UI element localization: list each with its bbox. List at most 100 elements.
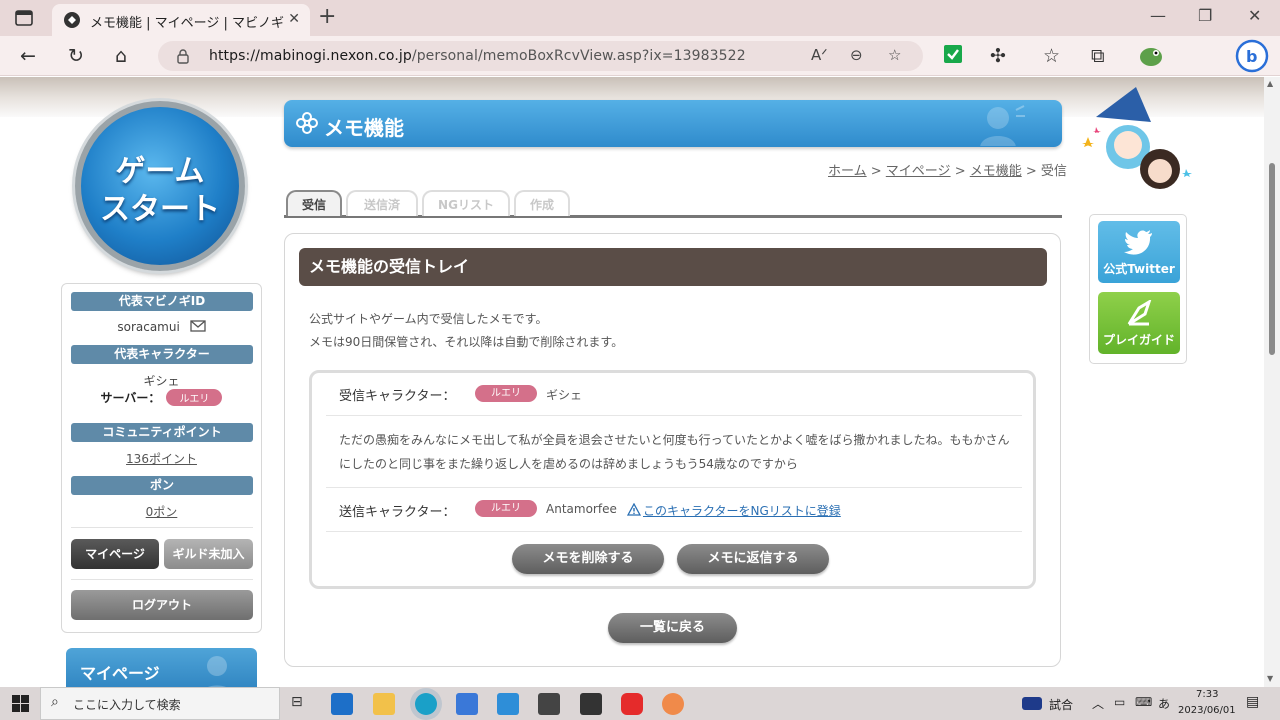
profile-box: 代表マビノギID soracamui 代表キャラクター ギシェ サーバー： ルエリ… — [61, 283, 262, 633]
server-row: サーバー： ルエリ — [62, 389, 261, 406]
divider — [326, 531, 1022, 532]
notification-icon[interactable]: ▤ — [1246, 694, 1259, 710]
page-scrollbar[interactable]: ▲ ▼ — [1264, 77, 1280, 687]
warning-icon — [627, 503, 641, 516]
restore-icon[interactable]: ❐ — [1198, 6, 1212, 25]
twitter-label: 公式Twitter — [1103, 262, 1175, 276]
intro-line-1: 公式サイトやゲーム内で受信したメモです。 — [309, 312, 548, 326]
mail-app-icon[interactable] — [331, 693, 353, 715]
youtube-app-icon[interactable] — [621, 693, 643, 715]
mypage-button[interactable]: マイページ — [71, 539, 159, 569]
tab-sent[interactable]: 送信済 — [346, 190, 418, 216]
breadcrumb-memo[interactable]: メモ機能 — [970, 164, 1022, 179]
tab-inbox[interactable]: 受信 — [286, 190, 342, 216]
back-icon[interactable]: ← — [20, 45, 36, 67]
rep-id: soracamui — [117, 320, 180, 334]
receiver-server-badge: ルエリ — [475, 385, 537, 402]
memo-feature-icon — [296, 112, 318, 134]
side-links-panel: 公式Twitter プレイガイド — [1089, 214, 1187, 364]
tab-title: メモ機能 | マイページ | マビノギ — [90, 16, 285, 31]
url-field[interactable]: https://mabinogi.nexon.co.jp/personal/me… — [158, 41, 923, 71]
svg-text:b: b — [1246, 47, 1257, 66]
scroll-up-icon[interactable]: ▲ — [1267, 79, 1273, 88]
pon-link[interactable]: 0ポン — [146, 505, 178, 519]
server-label: サーバー： — [100, 391, 161, 405]
tab-actions-icon[interactable] — [14, 8, 34, 28]
widget-text[interactable]: 試合 — [1049, 696, 1073, 713]
mlb-widget-icon[interactable] — [1022, 697, 1042, 710]
file-explorer-icon[interactable] — [373, 693, 395, 715]
battery-icon[interactable]: ▭ — [1114, 695, 1125, 709]
add-to-ng-list-link[interactable]: このキャラクターをNGリストに登録 — [643, 502, 841, 519]
clock-date[interactable]: 2023/06/01 — [1178, 705, 1236, 716]
inbox-intro: 公式サイトやゲーム内で受信したメモです。 メモは90日間保管され、それ以降は自動… — [309, 308, 623, 354]
memo-text: ただの愚痴をみんなにメモ出して私が全員を退会させたいと何度も行っていたとかよく嘘… — [339, 433, 1010, 471]
pon-heading: ポン — [71, 476, 253, 495]
tray-chevron-icon[interactable]: ︿ — [1092, 695, 1104, 712]
store-app-icon[interactable] — [456, 693, 478, 715]
receiver-name: ギシェ — [546, 388, 583, 402]
delete-memo-button[interactable]: メモを削除する — [512, 544, 664, 574]
community-points-link[interactable]: 136ポイント — [126, 452, 197, 466]
tab-compose[interactable]: 作成 — [514, 190, 570, 216]
mypage-panel-header[interactable]: マイページ — [66, 648, 257, 687]
tab-ng-list[interactable]: NGリスト — [422, 190, 510, 216]
page-title-bar: メモ機能 — [284, 100, 1062, 147]
extensions-icon[interactable]: ✣ — [990, 45, 1006, 67]
keyboard-icon[interactable]: ⌨ — [1135, 695, 1152, 709]
mypage-panel-title: マイページ — [80, 664, 160, 683]
sender-label: 送信キャラクター： — [339, 505, 456, 520]
intro-line-2: メモは90日間保管され、それ以降は自動で削除されます。 — [309, 335, 624, 349]
window-close-icon[interactable]: ✕ — [1248, 6, 1261, 25]
rep-char: ギシェ — [143, 374, 180, 388]
browser-tab-bar: メモ機能 | マイページ | マビノギ ✕ + — ❐ ✕ — [0, 0, 1280, 36]
breadcrumb-home[interactable]: ホーム — [828, 164, 867, 179]
scroll-down-icon[interactable]: ▼ — [1267, 674, 1273, 683]
breadcrumb-current: 受信 — [1040, 164, 1067, 179]
sender-name: Antamorfee — [546, 502, 617, 516]
divider — [71, 527, 253, 528]
task-view-icon[interactable]: ⊟ — [291, 694, 303, 710]
breadcrumb-mypage[interactable]: マイページ — [886, 164, 951, 179]
play-guide-button[interactable]: プレイガイド — [1098, 292, 1180, 354]
edge-app-icon[interactable] — [415, 693, 437, 715]
add-favorite-icon[interactable]: ☆ — [888, 46, 901, 64]
mail-icon[interactable] — [189, 320, 206, 332]
url-text: https://mabinogi.nexon.co.jp/personal/me… — [209, 48, 746, 64]
new-tab-icon[interactable]: + — [318, 4, 336, 29]
logout-button[interactable]: ログアウト — [71, 590, 253, 620]
browser-app-icon[interactable] — [662, 693, 684, 715]
scroll-thumb[interactable] — [1269, 163, 1275, 355]
twitter-button[interactable]: 公式Twitter — [1098, 221, 1180, 283]
profile-avatar-icon[interactable] — [1138, 41, 1166, 69]
home-icon[interactable]: ⌂ — [115, 45, 127, 67]
windows-start-icon[interactable] — [12, 695, 29, 712]
web-page: ゲーム スタート 代表マビノギID soracamui 代表キャラクター ギシェ… — [0, 77, 1264, 687]
game-start-line1: ゲーム — [115, 154, 205, 189]
refresh-icon[interactable]: ↻ — [68, 45, 84, 67]
favorites-icon[interactable]: ☆ — [1043, 45, 1060, 67]
collections-icon[interactable]: ⧉ — [1091, 45, 1105, 67]
bing-copilot-icon[interactable]: b — [1235, 39, 1269, 73]
reply-memo-button[interactable]: メモに返信する — [677, 544, 829, 574]
inbox-heading: メモ機能の受信トレイ — [299, 248, 1047, 286]
taskbar-search[interactable]: ⌕ ここに入力して検索 — [40, 687, 280, 720]
memo-detail: 受信キャラクター： ルエリ ギシェ ただの愚痴をみんなにメモ出して私が全員を退会… — [309, 370, 1036, 589]
back-to-list-button[interactable]: 一覧に戻る — [608, 613, 737, 643]
ime-indicator[interactable]: あ — [1158, 695, 1170, 712]
game-start-button[interactable]: ゲーム スタート — [75, 101, 245, 271]
zoom-icon[interactable]: ⊖ — [850, 46, 863, 64]
tab-close-icon[interactable]: ✕ — [288, 11, 300, 27]
browser-tab-active[interactable]: メモ機能 | マイページ | マビノギ ✕ — [52, 4, 310, 36]
extension-check-icon[interactable] — [943, 44, 963, 64]
read-aloud-icon[interactable]: Aᐟ — [811, 46, 828, 64]
mabinogi-app-icon[interactable] — [538, 693, 560, 715]
minimize-icon[interactable]: — — [1150, 6, 1166, 25]
server-badge: ルエリ — [166, 389, 223, 406]
wacom-app-icon[interactable] — [580, 693, 602, 715]
divider — [326, 487, 1022, 488]
guild-button[interactable]: ギルド未加入 — [164, 539, 253, 569]
pinned-app-star-icon[interactable] — [497, 693, 519, 715]
rep-id-heading: 代表マビノギID — [71, 292, 253, 311]
clock-time[interactable]: 7:33 — [1196, 689, 1218, 700]
